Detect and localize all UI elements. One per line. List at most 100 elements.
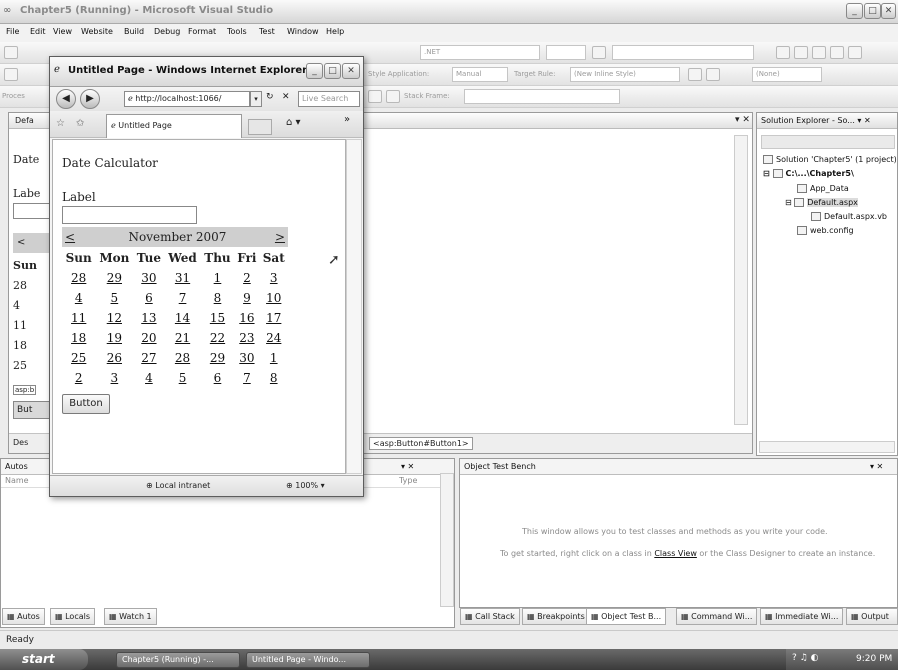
maximize-button[interactable]: □ [864,3,881,19]
editor-vertical-scrollbar[interactable] [734,135,748,425]
ie-close-button[interactable]: ✕ [342,63,360,79]
tab-command-window[interactable]: ▦ Command Wi... [676,608,758,625]
calendar-day[interactable]: 8 [259,368,288,388]
continue-icon[interactable] [4,68,18,81]
tree-item-app-data[interactable]: App_Data [797,184,849,193]
autos-col-type[interactable]: Type [399,476,417,485]
calendar-prev-link[interactable]: < [62,227,95,247]
favorites-star-icon[interactable]: ☆ [56,118,65,129]
calendar-day[interactable]: 9 [234,288,259,308]
tree-item-default-aspx[interactable]: ⊟ Default.aspx [785,198,858,207]
calendar-day[interactable]: 3 [259,268,288,288]
url-field[interactable]: ℯ http://localhost:1066/ [124,91,250,107]
tab-watch-1[interactable]: ▦ Watch 1 [104,608,157,625]
tab-call-stack[interactable]: ▦ Call Stack [460,608,520,625]
tab-untitled-page[interactable]: ℯ Untitled Page [106,114,242,138]
tab-object-test-bench[interactable]: ▦ Object Test B... [586,608,667,625]
solution-explorer-icon[interactable] [776,46,790,59]
menu-file[interactable]: File [6,27,19,36]
zoom-control[interactable]: ⊕ 100% ▾ [286,481,325,490]
tree-item-web-config[interactable]: web.config [797,226,854,235]
calendar-day[interactable]: 15 [201,308,235,328]
calendar-day[interactable]: 6 [201,368,235,388]
calendar-day[interactable]: 18 [62,328,95,348]
calendar-day[interactable]: 19 [95,328,133,348]
properties-icon[interactable] [794,46,808,59]
autos-scrollbar[interactable] [440,473,454,607]
new-project-icon[interactable] [4,46,18,59]
live-search-field[interactable]: Live Search [298,91,360,107]
find-icon[interactable] [592,46,606,59]
new-tab-button[interactable] [248,119,272,135]
calendar-day[interactable]: 16 [234,308,259,328]
calendar-day[interactable]: 21 [164,328,200,348]
ie-maximize-button[interactable]: □ [324,63,341,79]
tree-item-project[interactable]: ⊟ C:\...\Chapter5\ [763,169,854,178]
add-favorites-icon[interactable]: ✩ [76,118,84,129]
stop-icon[interactable]: ✕ [282,92,290,102]
ie-vertical-scrollbar[interactable] [346,139,362,474]
tray-icons[interactable]: ? ♫ ◐ [792,653,818,663]
calendar-day[interactable]: 22 [201,328,235,348]
menu-window[interactable]: Window [287,27,319,36]
tree-item-default-aspx-vb[interactable]: Default.aspx.vb [811,212,887,221]
calendar-day[interactable]: 31 [164,268,200,288]
menu-view[interactable]: View [53,27,72,36]
calendar-day[interactable]: 20 [133,328,164,348]
calendar-day[interactable]: 24 [259,328,288,348]
menu-edit[interactable]: Edit [30,27,46,36]
taskbar-visual-studio[interactable]: Chapter5 (Running) -... [116,652,240,668]
tree-item-solution[interactable]: Solution 'Chapter5' (1 project) [763,155,897,164]
find-box[interactable] [612,45,754,60]
calendar-day[interactable]: 28 [164,348,200,368]
tab-autos[interactable]: ▦ Autos [2,608,45,625]
calendar-day[interactable]: 28 [62,268,95,288]
date-textbox[interactable] [62,206,197,224]
refresh-icon[interactable]: ↻ [266,92,274,102]
design-button[interactable]: But [13,401,51,419]
class-view-link[interactable]: Class View [654,549,697,558]
menu-help[interactable]: Help [326,27,344,36]
calendar-day[interactable]: 7 [164,288,200,308]
calendar-day[interactable]: 29 [201,348,235,368]
target-rule-dropdown[interactable]: (New Inline Style) [570,67,680,82]
calendar-day[interactable]: 1 [259,348,288,368]
calendar-day[interactable]: 23 [234,328,259,348]
block-format-dropdown[interactable]: (None) [752,67,822,82]
new-style-icon[interactable] [688,68,702,81]
solution-explorer-toolbar[interactable] [761,135,895,149]
tab-locals[interactable]: ▦ Locals [50,608,96,625]
tab-output[interactable]: ▦ Output [846,608,898,625]
calendar-day[interactable]: 5 [95,288,133,308]
toolbox-icon[interactable] [812,46,826,59]
config-dropdown[interactable] [546,45,586,60]
calendar-day[interactable]: 29 [95,268,133,288]
calendar-day[interactable]: 14 [164,308,200,328]
calendar-day[interactable]: 8 [201,288,235,308]
menu-website[interactable]: Website [81,27,113,36]
design-view-tab[interactable]: Des [13,438,28,447]
calendar-next-link[interactable]: > [259,227,288,247]
calendar-day[interactable]: 2 [234,268,259,288]
calendar-day[interactable]: 30 [234,348,259,368]
calendar-day[interactable]: 17 [259,308,288,328]
menu-format[interactable]: Format [188,27,216,36]
calendar-day[interactable]: 5 [164,368,200,388]
framework-dropdown[interactable]: .NET [420,45,540,60]
stack-frame-dropdown[interactable] [464,89,620,104]
start-button[interactable]: start [0,649,88,670]
home-icon[interactable]: ⌂ ▾ [286,117,301,128]
filter-icon[interactable] [368,90,382,103]
calendar-day[interactable]: 6 [133,288,164,308]
tab-default-aspx[interactable]: Defa [15,116,34,125]
tab-immediate-window[interactable]: ▦ Immediate Wi... [760,608,844,625]
object-browser-icon[interactable] [830,46,844,59]
calendar-day[interactable]: 3 [95,368,133,388]
ie-minimize-button[interactable]: _ [306,63,323,79]
design-textbox[interactable] [13,203,53,219]
close-document-icon[interactable]: ▾ ✕ [735,115,750,125]
minimize-button[interactable]: _ [846,3,863,19]
more-chevron-icon[interactable]: » [344,114,350,125]
calendar-day[interactable]: 30 [133,268,164,288]
calendar-day[interactable]: 2 [62,368,95,388]
